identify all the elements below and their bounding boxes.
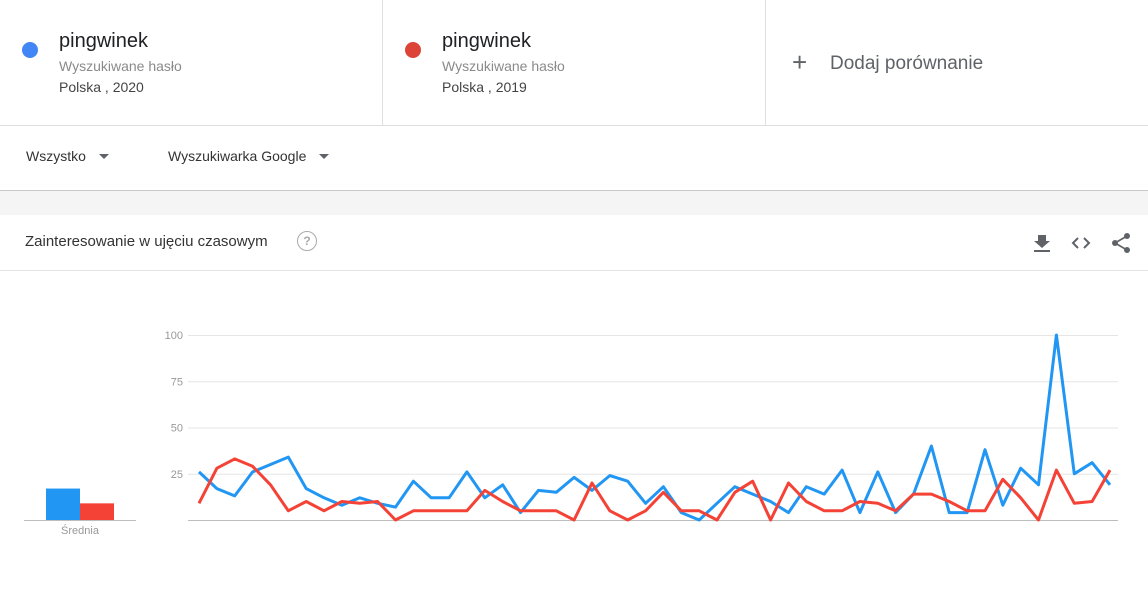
y-axis-ticks: 25 50 75 100 [165, 330, 183, 481]
term-name[interactable]: pingwinek [59, 30, 148, 53]
download-icon[interactable] [1031, 232, 1053, 254]
share-icon[interactable] [1110, 232, 1132, 254]
term-type: Wyszukiwane hasło [442, 58, 565, 74]
y-tick-label: 100 [165, 330, 183, 342]
term-region[interactable]: Polska , 2019 [442, 79, 527, 95]
plus-icon: + [792, 47, 808, 77]
series-2-color-dot [405, 42, 421, 58]
term-card-1[interactable]: pingwinek Wyszukiwane hasło Polska , 202… [0, 0, 383, 126]
term-card-2[interactable]: pingwinek Wyszukiwane hasło Polska , 201… [383, 0, 766, 126]
chevron-down-icon [98, 153, 109, 159]
average-bar-2020 [46, 488, 80, 520]
section-gap [0, 191, 1148, 215]
term-type: Wyszukiwane hasło [59, 58, 182, 74]
chevron-down-icon [319, 153, 330, 159]
embed-icon[interactable] [1070, 232, 1092, 254]
average-bars: Średnia [24, 488, 136, 537]
help-icon[interactable]: ? [297, 231, 317, 251]
property-label: Wyszukiwarka Google [168, 148, 307, 164]
term-name[interactable]: pingwinek [442, 30, 531, 53]
card-title: Zainteresowanie w ujęciu czasowym [25, 233, 268, 250]
filter-bar: Wszystko Wyszukiwarka Google [0, 126, 1148, 191]
add-comparison-label: Dodaj porównanie [830, 53, 984, 74]
y-tick-label: 25 [171, 469, 183, 481]
term-region[interactable]: Polska , 2020 [59, 79, 144, 95]
category-dropdown[interactable]: Wszystko [26, 148, 109, 164]
y-tick-label: 50 [171, 423, 183, 435]
average-label: Średnia [61, 524, 100, 537]
add-comparison-button[interactable]: + Dodaj porównanie [766, 0, 1148, 126]
y-tick-label: 75 [171, 376, 183, 388]
category-label: Wszystko [26, 148, 86, 164]
property-dropdown[interactable]: Wyszukiwarka Google [168, 148, 330, 164]
chart-area: Średnia 25 50 75 100 [0, 271, 1148, 600]
series-1-color-dot [22, 42, 38, 58]
chart-grid [188, 335, 1118, 521]
interest-line-chart[interactable]: Średnia 25 50 75 100 [0, 271, 1148, 600]
average-bar-2019 [80, 503, 114, 520]
comparison-bar: pingwinek Wyszukiwane hasło Polska , 202… [0, 0, 1148, 126]
interest-over-time-header: Zainteresowanie w ujęciu czasowym ? [0, 215, 1148, 271]
